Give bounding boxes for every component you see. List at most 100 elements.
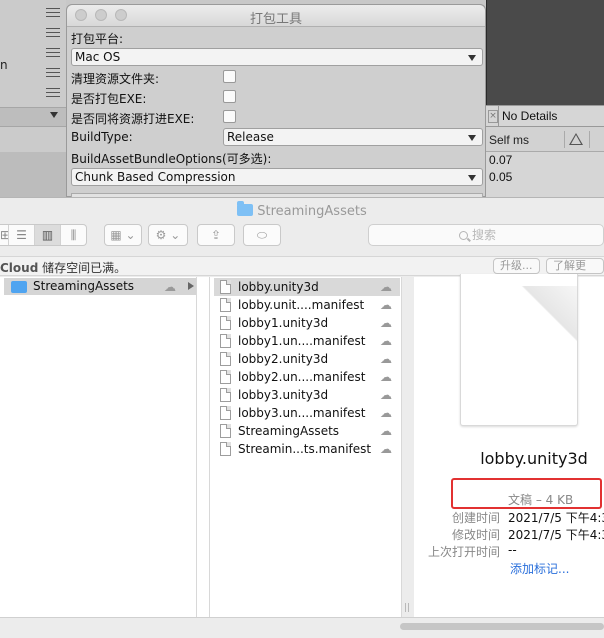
file-name: lobby2.unity3d (238, 352, 329, 366)
bundle-options-value: Chunk Based Compression (75, 170, 236, 184)
platform-value: Mac OS (75, 50, 121, 64)
list-item[interactable]: lobby.unit....manifest ☁ (214, 296, 400, 314)
document-preview-icon (460, 274, 578, 426)
finder-title: StreamingAssets (0, 201, 604, 219)
cloud-icon: ☁ (380, 334, 392, 348)
group-button[interactable]: ▦ ⌄ (104, 224, 142, 246)
file-name: lobby1.un....manifest (238, 334, 366, 348)
list-item[interactable]: lobby.unity3d ☁ (214, 278, 400, 296)
add-tags-link[interactable]: 添加标记... (510, 560, 569, 577)
list-item[interactable]: Streamin...ts.manifest ☁ (214, 440, 400, 458)
list-item[interactable]: StreamingAssets ☁ (214, 422, 400, 440)
learn-more-button[interactable]: 了解更多... (546, 258, 604, 286)
list-item[interactable]: lobby1.unity3d ☁ (214, 314, 400, 332)
last-opened-label: 上次打开时间 (427, 545, 500, 559)
menu-line (46, 12, 60, 13)
profiler-header: Self ms (486, 127, 604, 152)
icloud-warning-bar: Cloud 储存空间已满。 升级... 了解更多... (0, 256, 604, 286)
self-ms-header[interactable]: Self ms (489, 133, 529, 147)
build-exe-checkbox[interactable] (223, 90, 236, 103)
document-icon (220, 352, 231, 366)
file-name: lobby.unity3d (238, 280, 319, 294)
page-fold (521, 286, 577, 342)
list-item[interactable]: lobby2.unity3d ☁ (214, 350, 400, 368)
upgrade-button[interactable]: 升级... (493, 258, 540, 274)
close-icon[interactable]: × (488, 110, 498, 123)
file-name: lobby2.un....manifest (238, 370, 366, 384)
document-icon (220, 442, 231, 456)
search-placeholder: 搜索 (472, 228, 497, 242)
chevron-down-icon (468, 175, 476, 181)
divider (589, 131, 590, 148)
tag-icon[interactable]: ⬭ (243, 224, 281, 246)
divider (486, 0, 487, 105)
file-name: lobby3.unity3d (238, 388, 329, 402)
document-icon (220, 316, 231, 330)
preview-file-name: lobby.unity3d (480, 449, 588, 468)
column-view-button[interactable]: ▥ (34, 225, 60, 245)
left-text-fragment: n (0, 58, 8, 72)
bundle-options-select[interactable]: Chunk Based Compression (71, 168, 483, 186)
created-value: 2021/7/5 下午4:3 (508, 511, 604, 525)
menu-line (46, 32, 60, 33)
cloud-icon: ☁ (380, 352, 392, 366)
icloud-message: Cloud 储存空间已满。 (0, 259, 126, 276)
platform-label: 打包平台: (71, 32, 124, 46)
file-name: lobby.unit....manifest (238, 298, 365, 312)
list-item[interactable]: lobby3.unity3d ☁ (214, 386, 400, 404)
unity-right-panel: × No Details Self ms 0.07 0.05 (486, 0, 604, 197)
chevron-down-icon (468, 55, 476, 61)
unity-left-panel: n (0, 0, 66, 197)
menu-line (46, 48, 60, 49)
profiler-rows: 0.07 0.05 (486, 152, 604, 197)
modified-label: 修改时间 (451, 528, 500, 542)
sidebar-item-streamingassets[interactable]: StreamingAssets ☁ (4, 278, 196, 295)
file-name: lobby1.unity3d (238, 316, 329, 330)
cloud-icon: ☁ (380, 442, 392, 456)
menu-line (46, 16, 60, 17)
warning-icon[interactable] (569, 133, 583, 145)
list-item[interactable]: lobby1.un....manifest ☁ (214, 332, 400, 350)
folder-icon (237, 201, 254, 216)
highlight-box (451, 478, 602, 509)
list-item[interactable]: lobby3.un....manifest ☁ (214, 404, 400, 422)
list-item[interactable]: lobby2.un....manifest ☁ (214, 368, 400, 386)
cloud-icon: ☁ (380, 370, 392, 384)
gallery-view-button[interactable]: ⫼ (60, 225, 86, 245)
details-bar: × No Details (486, 105, 604, 127)
column-resize-handle[interactable]: || (404, 603, 410, 613)
gear-icon[interactable]: ⚙ ⌄ (148, 224, 188, 246)
build-type-select[interactable]: Release (223, 128, 483, 146)
created-label: 创建时间 (451, 511, 500, 525)
icon-view-button[interactable]: ⊞ (0, 225, 10, 245)
icloud-label: Cloud (0, 261, 39, 275)
cloud-icon: ☁ (380, 424, 392, 438)
menu-line (46, 88, 60, 89)
cloud-icon: ☁ (380, 406, 392, 420)
search-input[interactable]: 搜索 (368, 224, 604, 246)
chevron-right-icon (188, 282, 194, 290)
build-tool-window: 打包工具 打包平台: Mac OS 清理资源文件夹: 是否打包EXE: 是否同将… (66, 4, 486, 198)
dropdown-arrow-icon[interactable] (50, 112, 58, 118)
menu-line (46, 52, 60, 53)
profiler-value: 0.05 (489, 170, 513, 184)
list-view-button[interactable]: ☰ (8, 225, 34, 245)
document-icon (220, 370, 231, 384)
platform-select[interactable]: Mac OS (71, 48, 483, 66)
share-icon[interactable]: ⇪ (197, 224, 235, 246)
view-mode-segment: ⊞ ☰ ▥ ⫼ (0, 224, 87, 246)
build-tool-titlebar: 打包工具 (67, 5, 485, 27)
file-name: Streamin...ts.manifest (238, 442, 372, 456)
include-assets-checkbox[interactable] (223, 110, 236, 123)
menu-line (46, 92, 60, 93)
finder-title-text: StreamingAssets (257, 204, 367, 219)
clear-folder-checkbox[interactable] (223, 70, 236, 83)
document-icon (220, 388, 231, 402)
left-lower-panel (0, 152, 66, 197)
cloud-icon: ☁ (164, 280, 176, 294)
cloud-icon: ☁ (380, 280, 392, 294)
no-details-dropdown[interactable]: No Details (498, 106, 557, 126)
horizontal-scrollbar[interactable] (400, 623, 604, 630)
profiler-value: 0.07 (489, 153, 513, 167)
build-type-label: BuildType: (71, 130, 133, 144)
